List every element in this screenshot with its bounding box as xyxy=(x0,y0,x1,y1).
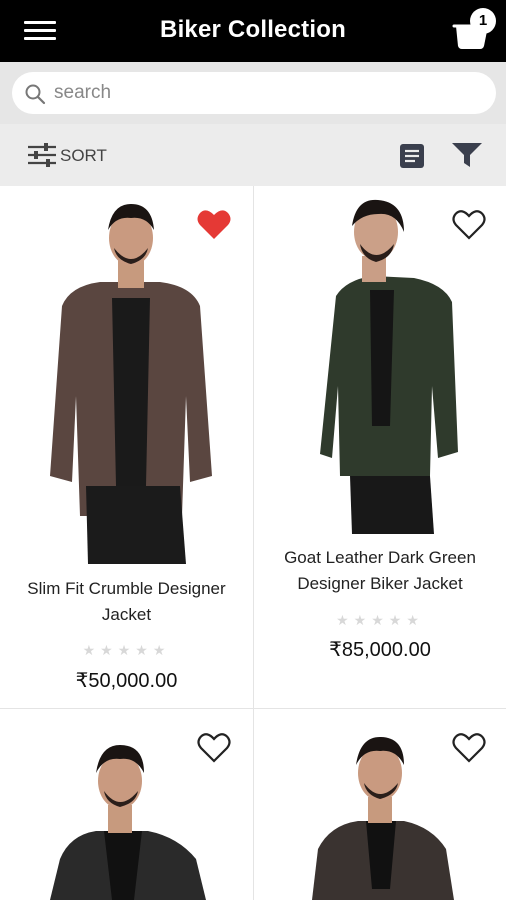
app-header: Biker Collection 1 xyxy=(0,0,506,62)
heart-icon[interactable] xyxy=(196,208,232,242)
search-input[interactable] xyxy=(54,78,474,108)
heart-icon[interactable] xyxy=(196,731,232,765)
product-grid: Slim Fit Crumble Designer Jacket ★★★★★ ₹… xyxy=(0,186,506,900)
filter-icon xyxy=(452,143,482,167)
product-name: Slim Fit Crumble Designer Jacket xyxy=(27,579,226,624)
product-card[interactable]: Goat Leather Dark Green Designer Biker J… xyxy=(254,186,506,708)
product-price: ₹50,000.00 xyxy=(75,670,178,692)
search-box[interactable] xyxy=(12,72,496,114)
page-title: Biker Collection xyxy=(160,16,346,43)
heart-icon[interactable] xyxy=(451,731,487,765)
list-view-button[interactable] xyxy=(398,142,426,170)
product-card[interactable] xyxy=(254,709,506,900)
search-bar xyxy=(0,62,506,124)
sort-button[interactable]: SORT xyxy=(26,140,136,170)
product-name: Goat Leather Dark Green Designer Biker J… xyxy=(284,548,476,593)
heart-icon[interactable] xyxy=(451,208,487,242)
product-price: ₹85,000.00 xyxy=(329,639,431,661)
filter-button[interactable] xyxy=(450,140,484,170)
list-view-icon xyxy=(400,144,424,168)
sort-filter-bar: SORT xyxy=(0,124,506,186)
search-icon xyxy=(25,84,46,105)
product-rating-stars: ★★★★★ xyxy=(82,642,171,658)
product-rating-stars: ★★★★★ xyxy=(336,612,424,628)
cart-count-badge: 1 xyxy=(470,8,496,34)
sort-label: SORT xyxy=(60,146,107,165)
sliders-icon xyxy=(28,143,56,167)
product-card[interactable] xyxy=(0,709,253,900)
cart-button[interactable]: 1 xyxy=(450,6,502,54)
product-card[interactable]: Slim Fit Crumble Designer Jacket ★★★★★ ₹… xyxy=(0,186,253,708)
product-image xyxy=(0,186,253,566)
